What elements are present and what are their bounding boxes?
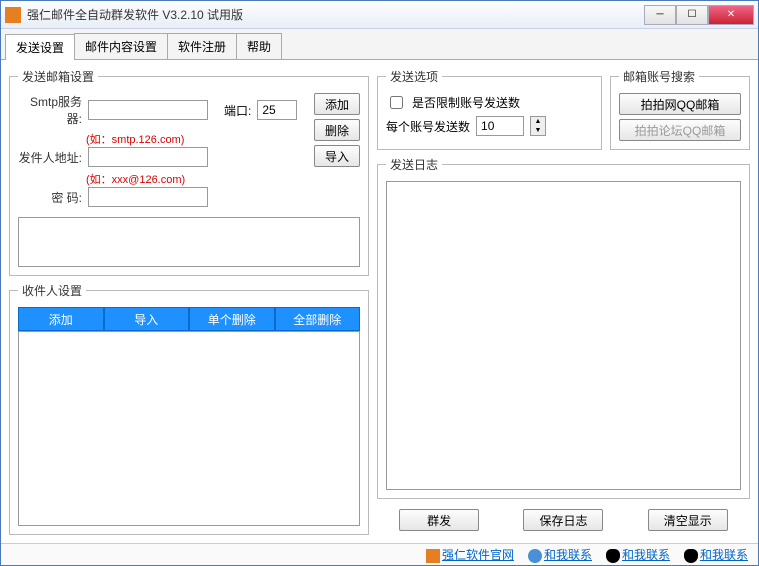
- footer-official-link[interactable]: 强仁软件官网: [442, 548, 514, 562]
- search-paipai-forum-button[interactable]: 拍拍论坛QQ邮箱: [619, 119, 741, 141]
- sender-hint: (如：xxx@126.com): [86, 171, 306, 187]
- log-group: 发送日志: [377, 156, 750, 499]
- sender-input[interactable]: [88, 147, 208, 167]
- app-window: 强仁邮件全自动群发软件 V3.2.10 试用版 ─ ☐ ✕ 发送设置 邮件内容设…: [0, 0, 759, 566]
- tab-content-settings[interactable]: 邮件内容设置: [74, 33, 168, 59]
- recipient-group: 收件人设置 添加 导入 单个删除 全部删除: [9, 282, 369, 535]
- options-group: 发送选项 是否限制账号发送数 每个账号发送数 ▲▼: [377, 68, 602, 150]
- globe-icon: [528, 549, 542, 563]
- qq-icon: [684, 549, 698, 563]
- limit-checkbox[interactable]: [390, 96, 403, 109]
- spin-down-icon[interactable]: ▼: [531, 126, 545, 135]
- tab-bar: 发送设置 邮件内容设置 软件注册 帮助: [1, 29, 758, 60]
- recipient-delete-one-button[interactable]: 单个删除: [189, 307, 275, 331]
- smtp-import-button[interactable]: 导入: [314, 145, 360, 167]
- qq-icon: [606, 549, 620, 563]
- recipient-add-button[interactable]: 添加: [18, 307, 104, 331]
- titlebar: 强仁邮件全自动群发软件 V3.2.10 试用版 ─ ☐ ✕: [1, 1, 758, 29]
- spin-up-icon[interactable]: ▲: [531, 117, 545, 126]
- close-button[interactable]: ✕: [708, 5, 754, 25]
- pwd-input[interactable]: [88, 187, 208, 207]
- options-legend: 发送选项: [386, 68, 442, 85]
- pwd-label: 密 码:: [18, 189, 82, 206]
- footer-contact-link-1[interactable]: 和我联系: [544, 548, 592, 562]
- footer-contact-link-2[interactable]: 和我联系: [622, 548, 670, 562]
- search-paipai-web-button[interactable]: 拍拍网QQ邮箱: [619, 93, 741, 115]
- clear-log-button[interactable]: 清空显示: [648, 509, 728, 531]
- recipient-import-button[interactable]: 导入: [104, 307, 190, 331]
- tab-help[interactable]: 帮助: [236, 33, 282, 59]
- smtp-server-input[interactable]: [88, 100, 208, 120]
- recipient-list[interactable]: [18, 331, 360, 526]
- smtp-group: 发送邮箱设置 Smtp服务器: 端口: (如：smtp.126.com) 发件人…: [9, 68, 369, 276]
- per-account-label: 每个账号发送数: [386, 118, 470, 135]
- smtp-add-button[interactable]: 添加: [314, 93, 360, 115]
- per-account-spinner[interactable]: ▲▼: [530, 116, 546, 136]
- search-legend: 邮箱账号搜索: [619, 68, 699, 85]
- per-account-input[interactable]: [476, 116, 524, 136]
- smtp-legend: 发送邮箱设置: [18, 68, 98, 85]
- log-textarea[interactable]: [386, 181, 741, 490]
- footer: 强仁软件官网 和我联系 和我联系 和我联系: [1, 543, 758, 565]
- app-link-icon: [426, 549, 440, 563]
- smtp-server-label: Smtp服务器:: [18, 93, 82, 127]
- smtp-delete-button[interactable]: 删除: [314, 119, 360, 141]
- port-input[interactable]: [257, 100, 297, 120]
- minimize-button[interactable]: ─: [644, 5, 676, 25]
- app-icon: [5, 7, 21, 23]
- maximize-button[interactable]: ☐: [676, 5, 708, 25]
- send-all-button[interactable]: 群发: [399, 509, 479, 531]
- recipient-legend: 收件人设置: [18, 282, 86, 299]
- recipient-delete-all-button[interactable]: 全部删除: [275, 307, 361, 331]
- port-label: 端口:: [224, 102, 251, 119]
- smtp-account-list[interactable]: [18, 217, 360, 267]
- sender-label: 发件人地址:: [18, 149, 82, 166]
- footer-contact-link-3[interactable]: 和我联系: [700, 548, 748, 562]
- log-legend: 发送日志: [386, 156, 442, 173]
- limit-label: 是否限制账号发送数: [412, 94, 520, 111]
- tab-register[interactable]: 软件注册: [167, 33, 237, 59]
- tab-send-settings[interactable]: 发送设置: [5, 34, 75, 60]
- window-title: 强仁邮件全自动群发软件 V3.2.10 试用版: [27, 6, 644, 23]
- save-log-button[interactable]: 保存日志: [523, 509, 603, 531]
- search-group: 邮箱账号搜索 拍拍网QQ邮箱 拍拍论坛QQ邮箱: [610, 68, 750, 150]
- smtp-server-hint: (如：smtp.126.com): [86, 131, 306, 147]
